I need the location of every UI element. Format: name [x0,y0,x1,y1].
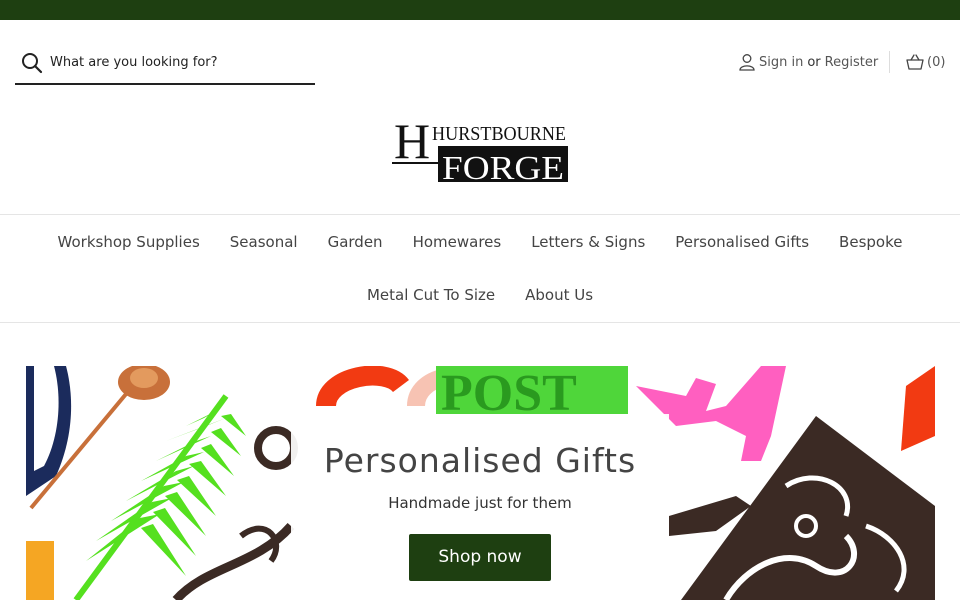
nav-metal-cut-to-size[interactable]: Metal Cut To Size [367,286,495,304]
nav-homewares[interactable]: Homewares [413,233,502,251]
search-icon[interactable] [21,52,43,74]
nav-border-bottom [0,322,960,323]
top-banner [0,0,960,20]
account-links: Sign in or Register [738,52,878,72]
register-link[interactable]: Register [825,55,879,70]
nav-letters-signs[interactable]: Letters & Signs [531,233,645,251]
nav-workshop-supplies[interactable]: Workshop Supplies [58,233,200,251]
header-divider [889,51,890,73]
main-nav-row-1: Workshop Supplies Seasonal Garden Homewa… [0,233,960,251]
user-icon [739,54,755,71]
svg-text:H: H [394,118,430,169]
sign-in-link[interactable]: Sign in [759,55,803,70]
main-nav-row-2: Metal Cut To Size About Us [0,286,960,304]
basket-icon [906,54,924,70]
nav-bespoke[interactable]: Bespoke [839,233,902,251]
cart-count: (0) [927,54,946,70]
site-logo[interactable]: H HURSTBOURNE FORGE [392,113,570,187]
hero-banner: POST Personalised Gifts Handmade just fo… [26,366,935,600]
nav-garden[interactable]: Garden [328,233,383,251]
nav-personalised-gifts[interactable]: Personalised Gifts [675,233,809,251]
search-bar [15,44,315,85]
shop-now-button[interactable]: Shop now [409,534,551,581]
nav-seasonal[interactable]: Seasonal [230,233,298,251]
cart-link[interactable]: (0) [905,52,945,72]
search-input[interactable] [50,52,305,72]
hero-subtitle: Handmade just for them [388,494,572,512]
svg-text:HURSTBOURNE: HURSTBOURNE [432,123,566,145]
or-text: or [807,54,821,70]
nav-border-top [0,214,960,215]
nav-about-us[interactable]: About Us [525,286,593,304]
hero-title: Personalised Gifts [323,441,637,480]
hero-caption-panel: Personalised Gifts Handmade just for the… [291,414,669,600]
svg-text:FORGE: FORGE [442,150,564,184]
